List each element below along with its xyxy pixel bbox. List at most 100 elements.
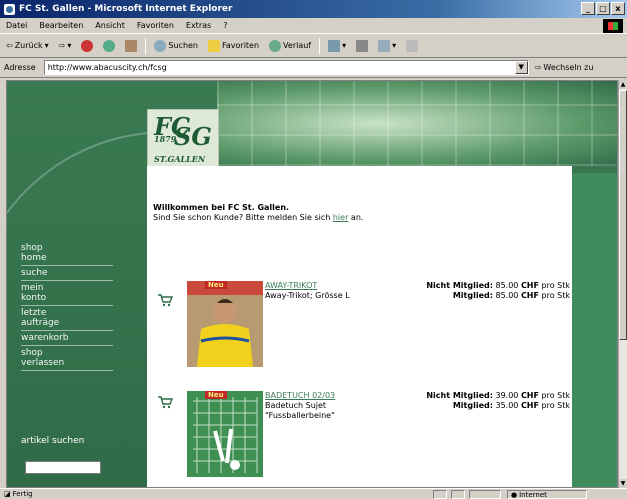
nav-warenkorb[interactable]: warenkorb <box>21 331 113 346</box>
nav-suche[interactable]: suche <box>21 266 113 281</box>
nav-label: letzte <box>21 308 47 318</box>
nav-letzte-auftraege[interactable]: letzte aufträge <box>21 306 113 331</box>
refresh-icon <box>103 39 116 52</box>
product-image[interactable]: Neu <box>187 391 263 477</box>
login-link[interactable]: hier <box>333 213 349 222</box>
header-banner-image <box>217 81 617 166</box>
discuss-icon <box>406 39 419 52</box>
menu-favoriten[interactable]: Favoriten <box>137 21 174 30</box>
article-search-input[interactable] <box>25 461 101 474</box>
scroll-thumb[interactable] <box>619 90 627 340</box>
nav-label: aufträge <box>21 318 60 328</box>
zone-label: Internet <box>519 490 547 499</box>
product-image[interactable]: Neu <box>187 281 263 367</box>
unit: pro Stk <box>541 401 570 410</box>
home-button[interactable] <box>123 39 139 53</box>
menu-bearbeiten[interactable]: Bearbeiten <box>39 21 83 30</box>
nav-label: shop <box>21 348 43 358</box>
history-button[interactable]: Verlauf <box>267 39 313 53</box>
product-desc-line: Badetuch Sujet <box>265 401 327 410</box>
globe-icon: ● <box>511 490 518 499</box>
price-label: Nicht Mitglied: <box>426 391 493 400</box>
go-label: Wechseln zu <box>543 63 594 72</box>
forward-arrow-icon: ⇨ <box>58 41 66 50</box>
history-label: Verlauf <box>283 41 312 50</box>
menu-extras[interactable]: Extras <box>186 21 211 30</box>
product-badetuch: Neu BADETUCH 02/03 Badetuch Sujet "Fussb… <box>147 391 572 477</box>
search-label: Suchen <box>168 41 198 50</box>
price-member: Mitglied: 35.00 CHF pro Stk <box>426 401 570 411</box>
nav-label: shop <box>21 243 43 253</box>
nav-mein-konto[interactable]: mein konto <box>21 281 113 306</box>
windows-logo-icon <box>603 19 623 33</box>
print-button[interactable] <box>354 39 370 53</box>
logo-sg: SG <box>174 122 212 151</box>
stop-icon <box>81 39 94 52</box>
price-value: 85.00 <box>495 291 519 300</box>
search-button[interactable]: Suchen <box>152 39 200 53</box>
toolbar-separator <box>319 37 321 54</box>
mail-icon <box>328 39 341 52</box>
nav-label: suche <box>21 268 48 278</box>
refresh-button[interactable] <box>101 39 117 53</box>
ie-app-icon <box>4 3 15 15</box>
minimize-button[interactable]: _ <box>581 2 595 15</box>
price-value: 35.00 <box>495 401 519 410</box>
currency: CHF <box>520 401 539 410</box>
product-name-link[interactable]: AWAY-TRIKOT <box>265 281 317 290</box>
menu-bar: Datei Bearbeiten Ansicht Favoriten Extra… <box>0 18 627 34</box>
product-name-link[interactable]: BADETUCH 02/03 <box>265 391 335 400</box>
favorites-button[interactable]: Favoriten <box>206 39 261 53</box>
toolbar: ⇦ Zurück ▾ ⇨ ▾ Suchen Favoriten Verlauf … <box>0 34 627 58</box>
address-input[interactable]: http://www.abacuscity.ch/fcsg ▼ <box>43 60 529 75</box>
window-titlebar: FC St. Gallen - Microsoft Internet Explo… <box>0 0 627 18</box>
nav-label: warenkorb <box>21 333 69 343</box>
scroll-up-icon[interactable]: ▲ <box>619 80 627 89</box>
price-label: Mitglied: <box>452 401 493 410</box>
player-photo <box>187 281 263 367</box>
maximize-button[interactable]: □ <box>596 2 610 15</box>
menu-datei[interactable]: Datei <box>6 21 27 30</box>
towel-photo <box>187 391 263 477</box>
status-bar: ◪ Fertig ● Internet <box>0 488 627 499</box>
mail-button[interactable]: ▾ <box>326 39 348 53</box>
currency: CHF <box>520 291 539 300</box>
welcome-message: Willkommen bei FC St. Gallen. Sind Sie s… <box>153 203 363 223</box>
edit-icon <box>378 39 391 52</box>
page-viewport: FC SG 1879 ST.GALLEN shop home suche mei… <box>6 80 618 488</box>
edit-button[interactable]: ▾ <box>376 39 398 53</box>
unit: pro Stk <box>541 291 570 300</box>
close-button[interactable]: x <box>611 2 625 15</box>
back-label: Zurück <box>14 41 43 50</box>
security-zone: ● Internet <box>507 490 587 499</box>
toolbar-separator <box>145 37 147 54</box>
new-badge: Neu <box>205 391 227 399</box>
new-badge: Neu <box>205 281 227 289</box>
scroll-down-icon[interactable]: ▼ <box>619 479 627 488</box>
add-to-cart-icon[interactable] <box>157 395 173 409</box>
address-dropdown-icon[interactable]: ▼ <box>514 61 528 74</box>
unit: pro Stk <box>541 391 570 400</box>
price-label: Mitglied: <box>452 291 493 300</box>
vertical-scrollbar[interactable]: ▲ ▼ <box>618 80 627 488</box>
product-prices: Nicht Mitglied: 85.00 CHF pro Stk Mitgli… <box>426 281 570 301</box>
add-to-cart-icon[interactable] <box>157 293 173 307</box>
print-icon <box>356 39 369 52</box>
nav-shop-verlassen[interactable]: shop verlassen <box>21 346 113 371</box>
chevron-down-icon: ▾ <box>342 41 347 50</box>
menu-ansicht[interactable]: Ansicht <box>95 21 125 30</box>
discuss-button[interactable] <box>404 39 420 53</box>
welcome-text-after: an. <box>348 213 364 222</box>
back-button[interactable]: ⇦ Zurück ▾ <box>4 40 51 51</box>
logo-year: 1879 <box>154 134 177 144</box>
menu-help[interactable]: ? <box>223 21 227 30</box>
club-logo: FC SG 1879 ST.GALLEN <box>147 109 219 167</box>
stop-button[interactable] <box>79 39 95 53</box>
nav-shop-home[interactable]: shop home <box>21 241 113 266</box>
address-bar: Adresse http://www.abacuscity.ch/fcsg ▼ … <box>0 58 627 78</box>
status-cell <box>469 490 501 499</box>
go-button[interactable]: ⇨ Wechseln zu <box>535 63 594 72</box>
forward-button[interactable]: ⇨ ▾ <box>57 40 74 51</box>
address-url: http://www.abacuscity.ch/fcsg <box>47 63 167 72</box>
price-value: 39.00 <box>495 391 519 400</box>
